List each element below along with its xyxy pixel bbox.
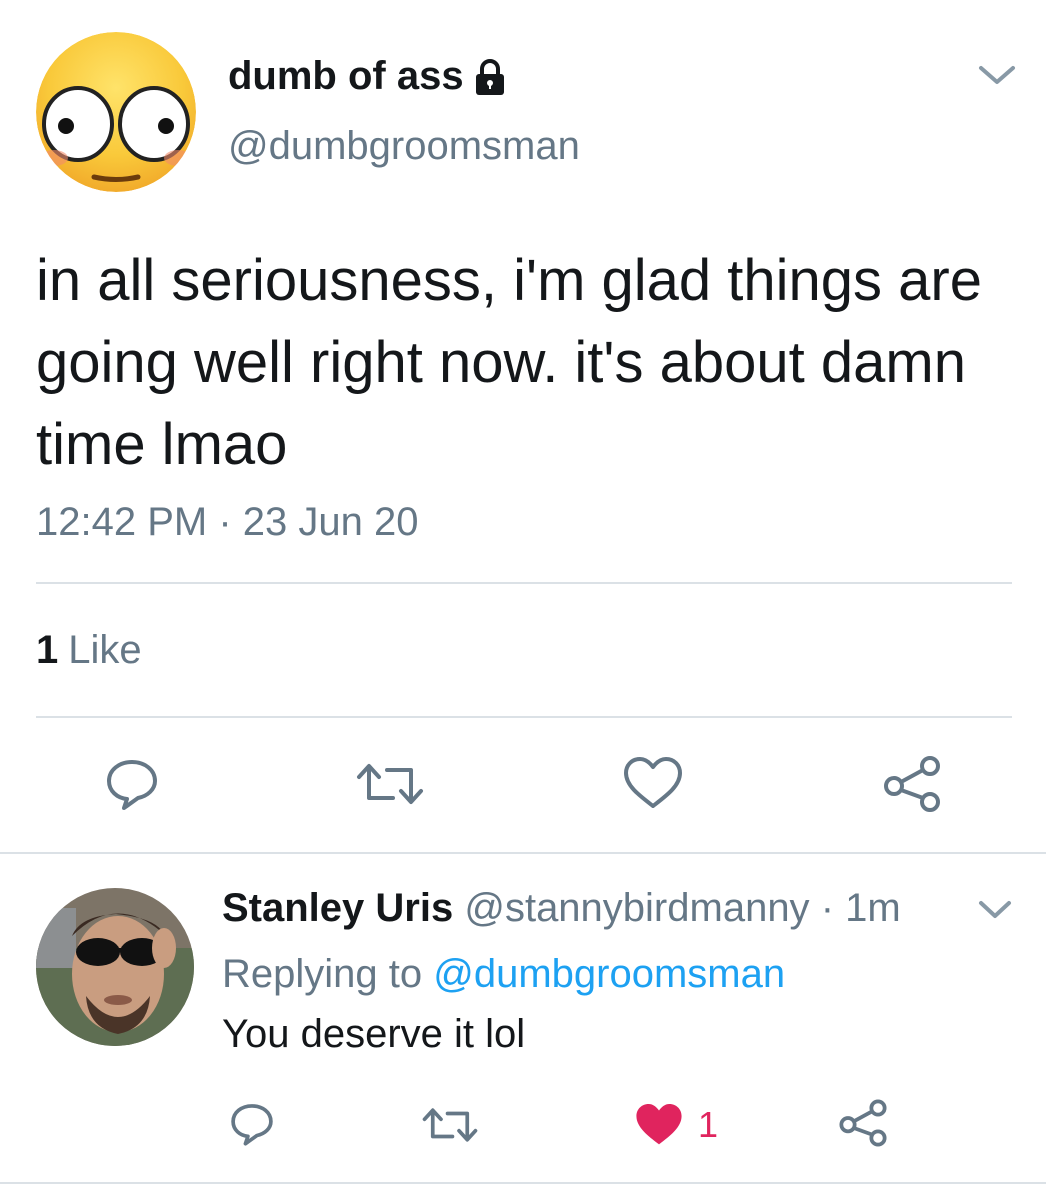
- reply-button[interactable]: [100, 752, 164, 816]
- reply-share-button[interactable]: [836, 1096, 890, 1150]
- replying-to: Replying to @dumbgroomsman: [222, 952, 785, 997]
- heart-icon: [624, 757, 682, 808]
- likes-summary[interactable]: 1 Like: [36, 628, 142, 673]
- timestamp[interactable]: 12:42 PM · 23 Jun 20: [36, 500, 418, 545]
- replying-prefix: Replying to: [222, 952, 423, 996]
- reply-separator: ·: [820, 886, 835, 930]
- reply-display-name[interactable]: Stanley Uris: [222, 886, 453, 930]
- flushed-face-avatar: [36, 32, 196, 192]
- likes-label: Like: [68, 628, 142, 672]
- reply-like-button[interactable]: 1: [634, 1098, 744, 1152]
- reply-avatar[interactable]: [36, 888, 194, 1046]
- divider: [36, 582, 1012, 584]
- display-name-text: dumb of ass: [228, 54, 464, 98]
- reply-handle[interactable]: @stannybirdmanny: [464, 886, 809, 930]
- reply-icon: [231, 1104, 273, 1146]
- reply-like-count: 1: [698, 1104, 719, 1145]
- reply-avatar-photo: [36, 888, 194, 1046]
- avatar[interactable]: [36, 32, 196, 192]
- handle[interactable]: @dumbgroomsman: [228, 124, 580, 169]
- heart-icon: [636, 1104, 682, 1145]
- share-icon: [839, 1099, 887, 1147]
- reply-reply-button[interactable]: [226, 1098, 278, 1150]
- divider: [0, 852, 1046, 854]
- reply-text: You deserve it lol: [222, 1012, 526, 1056]
- divider: [0, 1182, 1046, 1184]
- lock-icon: [474, 57, 506, 97]
- share-icon: [884, 756, 940, 812]
- retweet-icon: [357, 764, 423, 804]
- replying-mention-link[interactable]: @dumbgroomsman: [433, 952, 785, 996]
- divider: [36, 716, 1012, 718]
- retweet-button[interactable]: [354, 754, 426, 814]
- retweet-icon: [422, 1108, 478, 1142]
- likes-number: 1: [36, 628, 59, 672]
- tweet-text: in all seriousness, i'm glad things are …: [36, 248, 982, 477]
- share-button[interactable]: [880, 752, 944, 816]
- display-name[interactable]: dumb of ass: [228, 54, 506, 99]
- reply-icon: [107, 760, 157, 810]
- reply-time[interactable]: 1m: [845, 886, 901, 930]
- reply-header: Stanley Uris @stannybirdmanny · 1m: [222, 886, 901, 931]
- chevron-down-icon[interactable]: [975, 60, 1019, 90]
- chevron-down-icon[interactable]: [975, 896, 1015, 924]
- reply-retweet-button[interactable]: [420, 1100, 480, 1150]
- like-button[interactable]: [620, 754, 686, 814]
